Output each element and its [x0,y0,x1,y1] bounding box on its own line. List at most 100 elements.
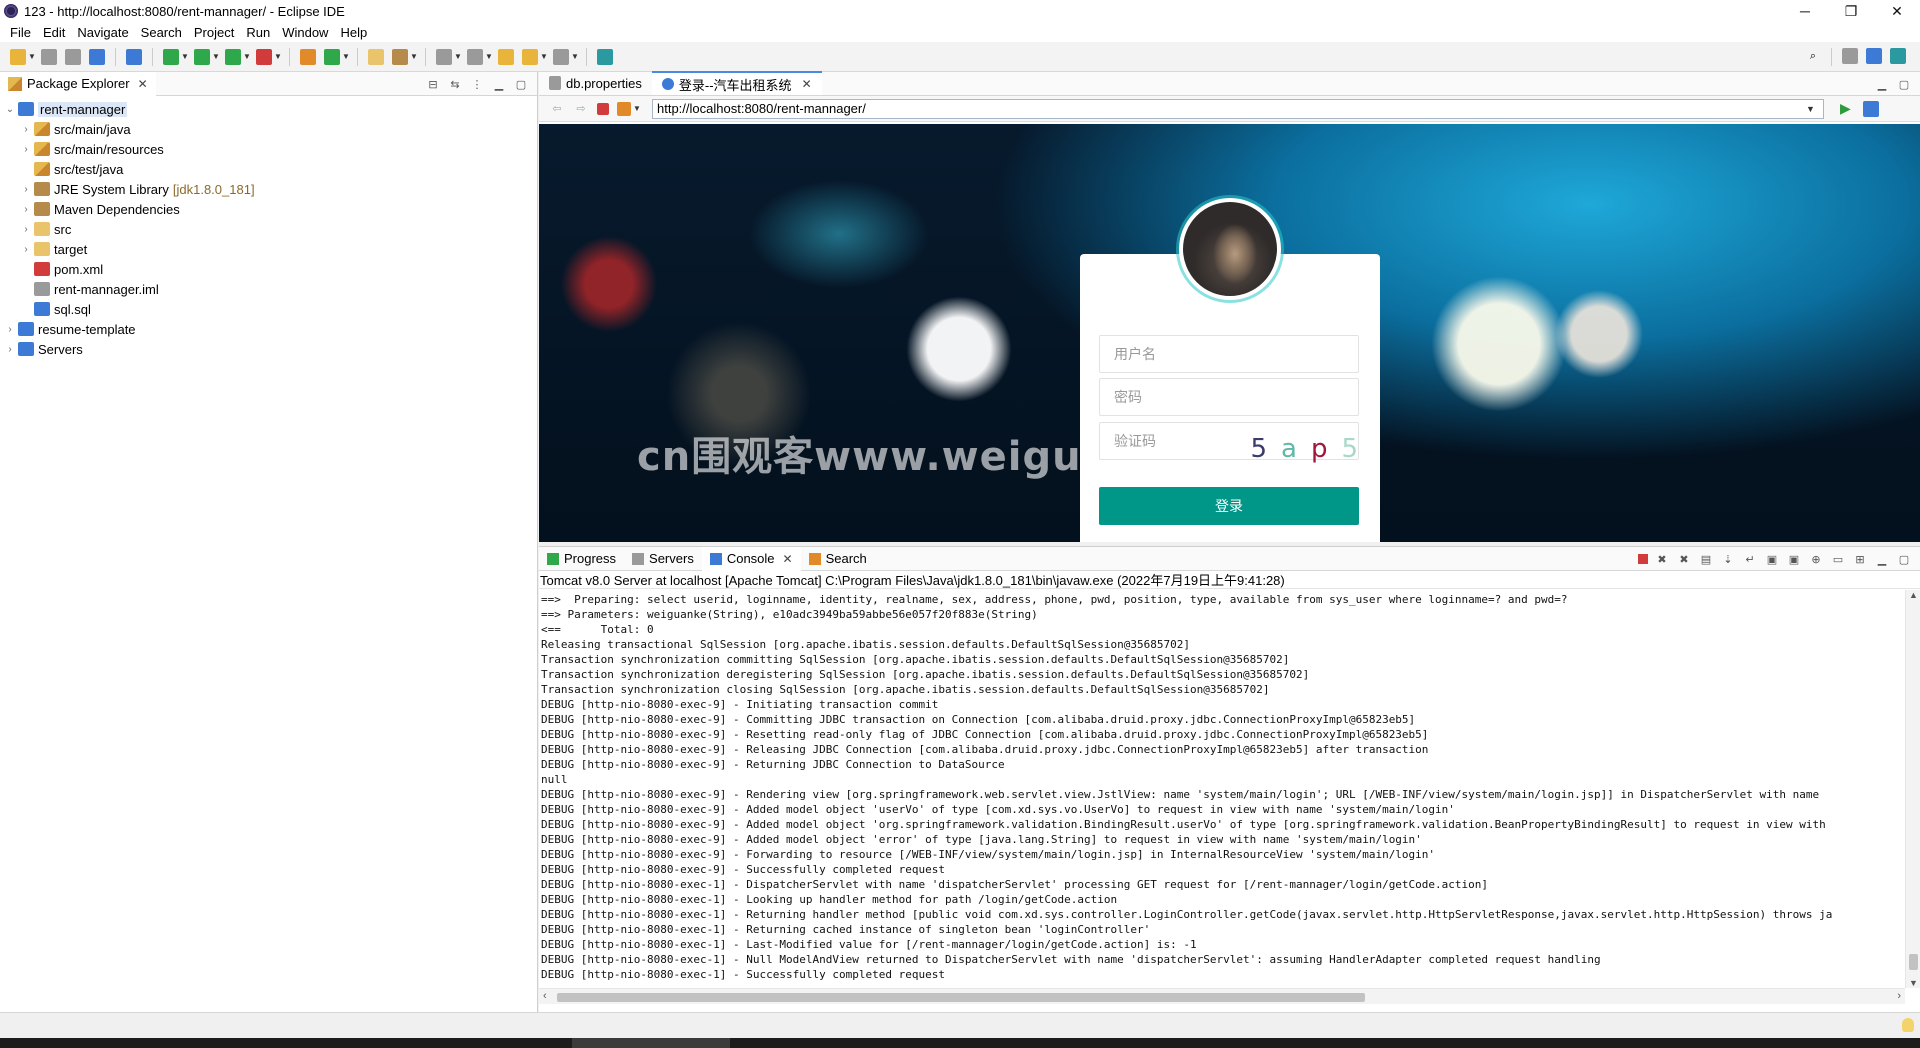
clear-console-icon[interactable]: ▤ [1698,551,1714,567]
refresh-dropdown-icon[interactable]: ▼ [633,104,641,113]
chevron-right-icon[interactable]: › [20,184,32,195]
previous-annotation-icon[interactable] [467,48,483,65]
tree-item-resume-template[interactable]: › resume-template [0,319,537,339]
tab-login-page[interactable]: 登录--汽车出租系统 ✕ [651,71,822,95]
link-with-editor-icon[interactable]: ⇆ [447,76,463,92]
taskbar-active-app[interactable] [572,1038,730,1048]
username-input[interactable] [1099,335,1359,373]
search-tool-icon[interactable] [392,48,408,65]
forward-icon[interactable]: ⇨ [573,101,589,117]
debug-dropdown-icon[interactable]: ▼ [181,52,189,61]
back-icon[interactable] [522,48,538,65]
chevron-right-icon[interactable]: › [20,244,32,255]
next-annotation-dropdown-icon[interactable]: ▼ [454,52,462,61]
view-menu-icon[interactable]: ⋮ [469,76,485,92]
scroll-left-icon[interactable]: ‹ [543,990,547,1002]
menu-file[interactable]: File [4,25,37,40]
chevron-right-icon[interactable]: › [20,224,32,235]
tree-item-sql-sql[interactable]: sql.sql [0,299,537,319]
login-button[interactable]: 登录 [1099,487,1359,525]
console-output[interactable]: ==> Preparing: select userid, loginname,… [539,590,1905,988]
tree-item-rent-mannager[interactable]: ⌄ rent-mannager [0,99,537,119]
coverage-dropdown-icon[interactable]: ▼ [243,52,251,61]
tree-item-target[interactable]: › target [0,239,537,259]
remove-launch-icon[interactable]: ✖ [1654,551,1670,567]
tree-item-maven-dependencies[interactable]: › Maven Dependencies [0,199,537,219]
open-perspective-icon[interactable] [1842,48,1858,64]
open-type-icon[interactable] [368,48,384,65]
chevron-right-icon[interactable]: › [20,144,32,155]
scroll-lock-icon[interactable]: ⇣ [1720,551,1736,567]
menu-run[interactable]: Run [240,25,276,40]
java-ee-perspective-icon[interactable] [1866,48,1882,64]
go-icon[interactable]: ▶ [1840,100,1851,117]
remove-all-launches-icon[interactable]: ✖ [1676,551,1692,567]
show-console-on-stderr-icon[interactable]: ▣ [1786,551,1802,567]
show-console-on-stdout-icon[interactable]: ▣ [1764,551,1780,567]
tree-item-jre-system-library[interactable]: › JRE System Library [jdk1.8.0_181] [0,179,537,199]
tree-item-src-test-java[interactable]: src/test/java [0,159,537,179]
forward-icon[interactable] [553,48,569,65]
save-icon[interactable] [41,48,57,65]
menu-edit[interactable]: Edit [37,25,71,40]
console-horizontal-scrollbar[interactable]: ‹ › [539,988,1905,1004]
minimize-view-icon[interactable]: ▁ [491,76,507,92]
stop-icon[interactable] [597,102,609,115]
display-selected-console-icon[interactable]: ▭ [1830,551,1846,567]
close-icon[interactable]: ✕ [138,77,148,91]
tab-package-explorer[interactable]: Package Explorer ✕ [0,71,156,96]
previous-annotation-dropdown-icon[interactable]: ▼ [485,52,493,61]
coverage-icon[interactable] [225,48,241,65]
debug-icon[interactable] [163,48,179,65]
password-input[interactable] [1099,378,1359,416]
refresh-icon[interactable] [617,101,631,116]
new-java-class-icon[interactable] [324,48,340,65]
new-dropdown-icon[interactable]: ▼ [28,52,36,61]
tree-item-pom-xml[interactable]: pom.xml [0,259,537,279]
tab-db-properties[interactable]: db.properties [539,71,652,95]
menu-project[interactable]: Project [188,25,240,40]
menu-search[interactable]: Search [135,25,188,40]
tab-search[interactable]: Search [801,547,875,571]
minimize-view-icon[interactable]: ▁ [1874,76,1890,92]
menu-navigate[interactable]: Navigate [71,25,134,40]
scrollbar-thumb[interactable] [1909,954,1918,970]
scrollbar-thumb[interactable] [557,993,1365,1002]
tree-item-src-main-java[interactable]: › src/main/java [0,119,537,139]
scroll-down-icon[interactable]: ▼ [1906,978,1920,988]
url-input[interactable] [652,98,1824,119]
maximize-view-icon[interactable]: ▢ [1896,551,1912,567]
new-java-package-icon[interactable] [300,48,316,65]
save-all-icon[interactable] [65,48,81,65]
external-tools-icon[interactable] [256,48,272,65]
terminate-icon[interactable] [1638,554,1648,564]
next-annotation-icon[interactable] [436,48,452,65]
tree-item-rent-mannager-iml[interactable]: rent-mannager.iml [0,279,537,299]
chevron-right-icon[interactable]: › [4,344,16,355]
menu-window[interactable]: Window [276,25,334,40]
chevron-down-icon[interactable]: ⌄ [4,104,16,115]
collapse-all-icon[interactable]: ⊟ [425,76,441,92]
search-icon[interactable]: ⌕ [1805,48,1821,64]
minimize-button[interactable]: ─ [1782,0,1828,22]
tree-item-servers[interactable]: › Servers [0,339,537,359]
back-dropdown-icon[interactable]: ▼ [540,52,548,61]
external-tools-dropdown-icon[interactable]: ▼ [274,52,282,61]
scroll-up-icon[interactable]: ▲ [1906,590,1920,600]
new-icon[interactable] [10,48,26,65]
chevron-right-icon[interactable]: › [4,324,16,335]
open-external-browser-icon[interactable] [1862,100,1879,117]
tab-servers[interactable]: Servers [624,547,702,571]
search-dropdown-icon[interactable]: ▼ [410,52,418,61]
minimize-view-icon[interactable]: ▁ [1874,551,1890,567]
word-wrap-icon[interactable]: ↵ [1742,551,1758,567]
pin-console-icon[interactable]: ⊕ [1808,551,1824,567]
debug-perspective-icon[interactable] [1890,48,1906,64]
chevron-right-icon[interactable]: › [20,124,32,135]
back-icon[interactable]: ⇦ [549,101,565,117]
last-edit-location-icon[interactable] [498,48,514,65]
forward-dropdown-icon[interactable]: ▼ [571,52,579,61]
chevron-right-icon[interactable]: › [20,204,32,215]
lightbulb-icon[interactable] [1902,1018,1914,1032]
tab-progress[interactable]: Progress [539,547,624,571]
